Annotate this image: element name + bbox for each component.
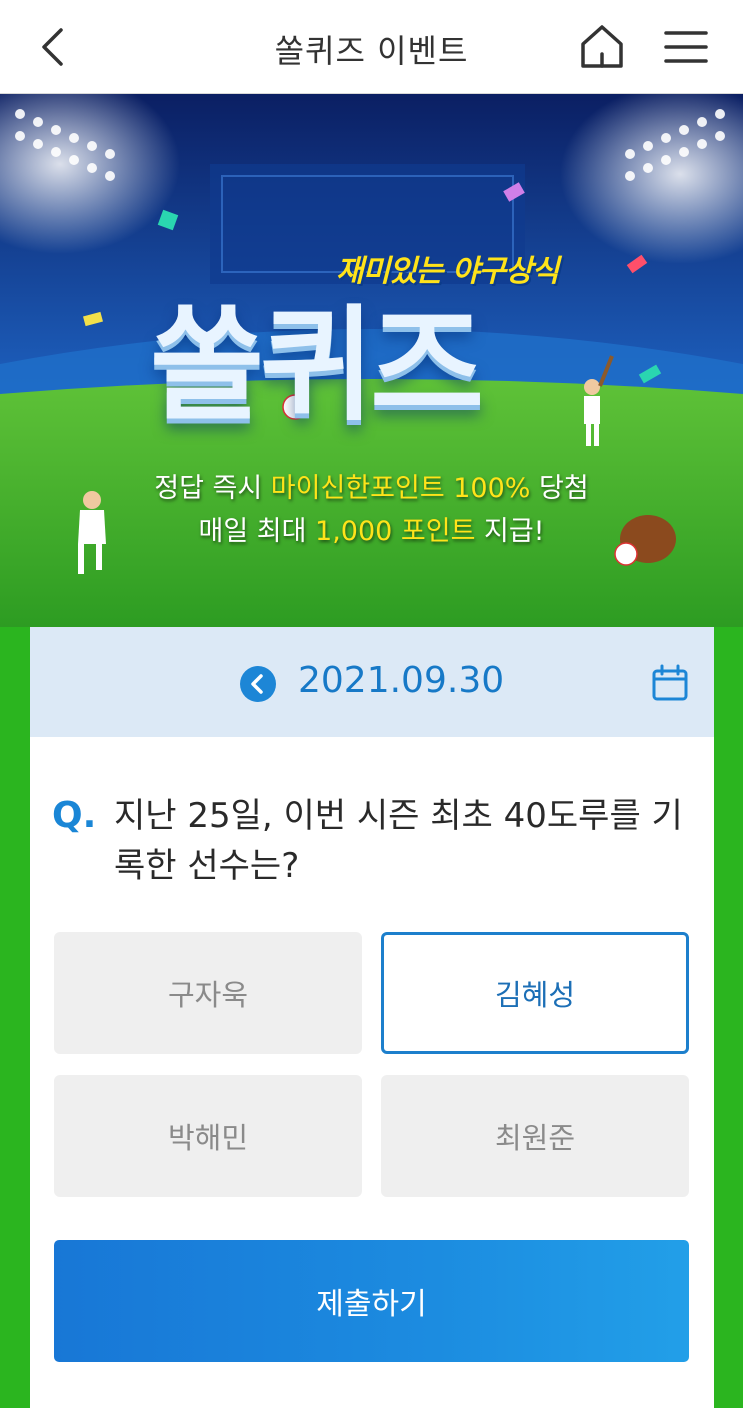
date-bar: 2021.09.30 <box>30 627 714 737</box>
answer-option-4[interactable]: 최원준 <box>381 1075 689 1197</box>
question-text: 지난 25일, 이번 시즌 최초 40도루를 기록한 선수는? <box>114 796 683 886</box>
answer-option-label: 최원준 <box>494 1121 576 1155</box>
menu-button[interactable] <box>658 22 714 72</box>
prev-date-button[interactable] <box>240 666 276 702</box>
banner-line1-pre: 정답 즉시 <box>154 473 271 504</box>
banner-line1-post: 당첨 <box>530 473 589 504</box>
event-banner: 재미있는 야구상식 쏠퀴즈 정답 즉시 마이신한포인트 100% 당첨 매일 최… <box>0 94 743 627</box>
submit-button[interactable]: 제출하기 <box>54 1240 689 1362</box>
answer-option-label: 김혜성 <box>494 978 576 1012</box>
circle-chevron-left-icon <box>251 674 263 694</box>
answer-option-1[interactable]: 구자욱 <box>54 932 362 1054</box>
home-button[interactable] <box>574 18 630 74</box>
answer-option-label: 박해민 <box>167 1121 249 1155</box>
answer-option-2[interactable]: 김혜성 <box>381 932 689 1054</box>
answer-option-3[interactable]: 박해민 <box>54 1075 362 1197</box>
hamburger-menu-icon <box>664 31 708 63</box>
calendar-button[interactable] <box>650 663 690 703</box>
banner-line2-highlight: 1,000 포인트 <box>315 516 476 547</box>
quiz-date: 2021.09.30 <box>298 660 505 701</box>
banner-line2-post: 지급! <box>475 516 545 547</box>
top-app-bar: 쏠퀴즈 이벤트 <box>0 0 743 94</box>
banner-line2: 매일 최대 1,000 포인트 지급! <box>0 509 743 548</box>
question-mark-label: Q. <box>52 795 97 836</box>
home-icon <box>581 25 623 68</box>
banner-line2-pre: 매일 최대 <box>198 516 316 547</box>
banner-line1-highlight: 마이신한포인트 100% <box>270 473 531 504</box>
banner-title: 쏠퀴즈 <box>150 294 484 438</box>
quiz-card: 2021.09.30 Q. 지난 25일, 이번 시즌 최초 40도루를 기록한… <box>30 627 714 1408</box>
page-title: 쏠퀴즈 이벤트 <box>274 32 469 70</box>
banner-line1: 정답 즉시 마이신한포인트 100% 당첨 <box>0 466 743 505</box>
answer-option-label: 구자욱 <box>167 978 249 1012</box>
calendar-icon <box>652 664 688 701</box>
